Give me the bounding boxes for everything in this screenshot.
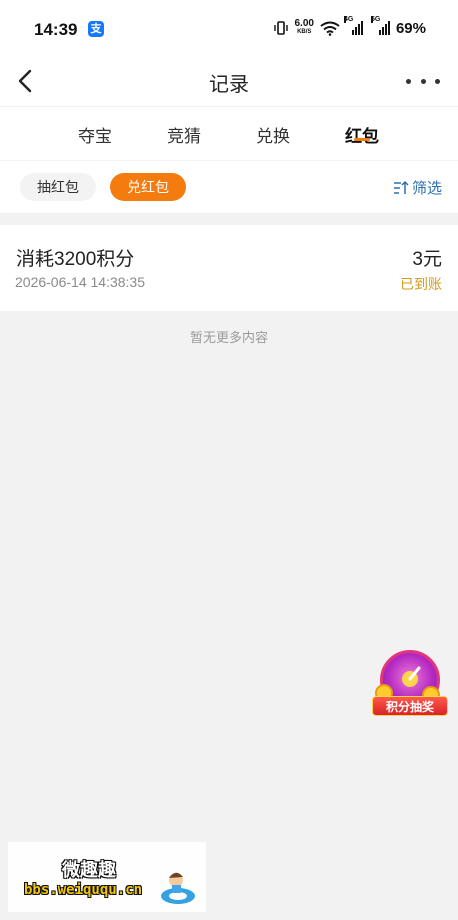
record-amount: 3元 [412, 249, 442, 270]
mascot-icon [161, 872, 195, 904]
tab-bar: 夺宝 竞猜 兑换 红包 [0, 106, 458, 160]
watermark: 微趣趣 bbs.weiququ.cn [8, 842, 206, 912]
battery-percent: 69% [395, 19, 426, 37]
lottery-label: 积分抽奖 [372, 696, 448, 716]
record-status: 已到账 [400, 276, 442, 292]
more-dot [420, 78, 426, 84]
tab-duobao[interactable]: 夺宝 [65, 122, 125, 147]
tab-hongbao[interactable]: 红包 [332, 122, 392, 147]
filter-label: 筛选 [411, 180, 442, 197]
points-lottery-widget[interactable]: 积分抽奖 [372, 650, 448, 718]
net-speed-value: 6.00 [294, 18, 314, 29]
watermark-title: 微趣趣 [62, 860, 116, 880]
sim1-tag: 4G [343, 16, 354, 23]
status-bar: 14:39 支 6.00 KB/S 4G 5G 69% [0, 0, 458, 58]
tab-active-indicator [354, 138, 370, 141]
net-speed-unit: KB/S [297, 29, 312, 35]
signal-5g-icon: 5G [370, 16, 390, 35]
record-time: 2026-06-14 14:38:35 [15, 274, 145, 290]
nav-bar: 记录 [0, 58, 458, 106]
filter-pill-redeem-redpacket[interactable]: 兑红包 [110, 173, 186, 201]
sim2-tag: 5G [370, 16, 381, 23]
wifi-icon [320, 21, 340, 36]
filter-pill-draw-redpacket[interactable]: 抽红包 [20, 173, 96, 201]
filter-button[interactable]: 筛选 [393, 177, 442, 198]
status-indicators: 6.00 KB/S 4G 5G 69% [273, 16, 426, 37]
record-title: 消耗3200积分 [16, 249, 135, 270]
tab-jingcai[interactable]: 竞猜 [154, 122, 214, 147]
alipay-icon: 支 [88, 21, 104, 37]
filter-sort-icon [393, 180, 409, 194]
vibrate-icon [273, 21, 288, 35]
filter-row: 抽红包 兑红包 筛选 [0, 160, 458, 213]
status-time: 14:39 [34, 20, 78, 39]
no-more-content: 暂无更多内容 [189, 330, 268, 345]
signal-4g-icon: 4G [343, 16, 363, 35]
watermark-url: bbs.weiququ.cn [24, 882, 143, 898]
more-dot [406, 78, 411, 84]
tab-duihuan[interactable]: 兑换 [243, 122, 303, 147]
more-button[interactable] [406, 66, 440, 96]
more-dot [435, 78, 440, 84]
net-speed: 6.00 KB/S [295, 19, 314, 37]
list-item[interactable]: 消耗3200积分 2026-06-14 14:38:35 3元 已到账 [0, 225, 458, 311]
page-title: 记录 [209, 74, 249, 96]
